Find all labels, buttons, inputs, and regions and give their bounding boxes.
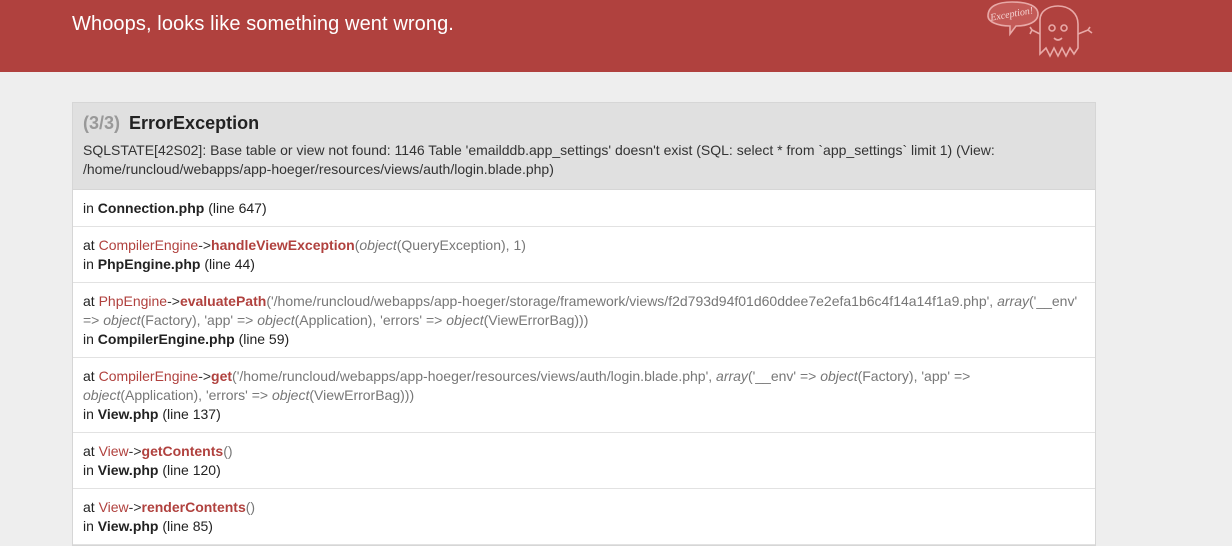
trace-line: (line 647): [208, 200, 267, 216]
trace-arg: (Factory), 'app' =>: [140, 312, 258, 328]
trace-class: View: [98, 499, 129, 515]
trace-arg: (Application), 'errors' =>: [294, 312, 447, 328]
trace-in-label: in: [83, 200, 94, 216]
trace-at-label: at: [83, 237, 95, 253]
trace-arrow: ->: [198, 237, 212, 253]
trace-arg: (Application), 'errors' =>: [120, 387, 272, 403]
trace-arrow: ->: [128, 443, 142, 459]
trace-call: at View->renderContents(): [83, 498, 1085, 517]
exception-ghost-icon: Exception!: [987, 1, 1093, 58]
trace-arg: object: [446, 312, 484, 328]
trace-class: View: [98, 443, 129, 459]
trace-method: getContents: [141, 443, 224, 459]
trace-location: in View.php (line 85): [83, 517, 1085, 536]
trace-arrow: ->: [198, 368, 212, 384]
trace-call: at View->getContents(): [83, 442, 1085, 461]
trace-arg: (QueryException), 1: [396, 237, 522, 253]
trace-at-label: at: [83, 293, 95, 309]
trace-arg: array: [997, 293, 1029, 309]
trace-arrow: ->: [167, 293, 180, 309]
trace-frame: at PhpEngine->evaluatePath('/home/runclo…: [73, 283, 1095, 358]
trace-call: at CompilerEngine->get('/home/runcloud/w…: [83, 367, 1085, 405]
trace-in-label: in: [83, 462, 94, 478]
trace-call: at PhpEngine->evaluatePath('/home/runclo…: [83, 292, 1085, 330]
trace-location: in PhpEngine.php (line 44): [83, 255, 1085, 274]
trace-arg: (ViewErrorBag)): [309, 387, 410, 403]
trace-arg: object: [272, 387, 310, 403]
trace-at-label: at: [83, 443, 95, 459]
trace-file: View.php: [97, 406, 159, 422]
trace-paren-close: ): [409, 387, 415, 403]
trace-line: (line 120): [162, 462, 221, 478]
trace-in-label: in: [83, 331, 94, 347]
trace-method: evaluatePath: [179, 293, 267, 309]
trace-frame: in Connection.php (line 647): [73, 190, 1095, 227]
trace-file: View.php: [97, 518, 159, 534]
exception-count: (3/3): [83, 113, 121, 133]
exception-title: (3/3) ErrorException: [83, 112, 1085, 134]
trace-file: PhpEngine.php: [97, 256, 201, 272]
trace-method: handleViewException: [211, 237, 355, 253]
trace-arg: object: [83, 387, 121, 403]
trace-line: (line 59): [238, 331, 290, 347]
trace-location: in Connection.php (line 647): [83, 199, 1085, 218]
trace-at-label: at: [83, 499, 95, 515]
exception-panel: (3/3) ErrorException SQLSTATE[42S02]: Ba…: [72, 102, 1096, 546]
trace-arg: object: [103, 312, 141, 328]
trace-file: CompilerEngine.php: [97, 331, 235, 347]
trace-frame: at View->renderContents() in View.php (li…: [73, 489, 1095, 545]
page-header: Whoops, looks like something went wrong.…: [0, 0, 1232, 72]
trace-location: in View.php (line 120): [83, 461, 1085, 480]
trace-class: CompilerEngine: [98, 237, 199, 253]
trace-frame: at CompilerEngine->get('/home/runcloud/w…: [73, 358, 1095, 433]
trace-location: in View.php (line 137): [83, 405, 1085, 424]
trace-in-label: in: [83, 518, 94, 534]
trace-paren-close: ): [521, 237, 526, 253]
trace-arg: ('__env' =>: [747, 368, 821, 384]
trace-class: PhpEngine: [98, 293, 168, 309]
trace-at-label: at: [83, 368, 95, 384]
exception-header: (3/3) ErrorException SQLSTATE[42S02]: Ba…: [73, 103, 1095, 190]
trace-in-label: in: [83, 256, 94, 272]
trace-method: renderContents: [141, 499, 246, 515]
trace-arg: object: [257, 312, 295, 328]
trace-arg: '/home/runcloud/webapps/app-hoeger/stora…: [270, 293, 998, 309]
trace-arg: object: [820, 368, 858, 384]
trace-paren-close: ): [583, 312, 589, 328]
trace-arg: '/home/runcloud/webapps/app-hoeger/resou…: [236, 368, 717, 384]
trace-in-label: in: [83, 406, 94, 422]
trace-class: CompilerEngine: [98, 368, 199, 384]
trace-call: at CompilerEngine->handleViewException(o…: [83, 236, 1085, 255]
trace-arg: object: [359, 237, 397, 253]
trace-location: in CompilerEngine.php (line 59): [83, 330, 1085, 349]
stack-trace: in Connection.php (line 647) at CompilerE…: [73, 190, 1095, 545]
trace-arg: array: [716, 368, 748, 384]
exception-name: ErrorException: [129, 113, 260, 133]
trace-line: (line 44): [204, 256, 255, 272]
trace-frame: at View->getContents() in View.php (line …: [73, 433, 1095, 489]
exception-message: SQLSTATE[42S02]: Base table or view not …: [83, 142, 995, 177]
trace-line: (line 85): [162, 518, 213, 534]
trace-paren-close: ): [250, 499, 256, 515]
trace-frame: at CompilerEngine->handleViewException(o…: [73, 227, 1095, 283]
trace-arrow: ->: [128, 499, 142, 515]
trace-line: (line 137): [162, 406, 221, 422]
trace-file: View.php: [97, 462, 159, 478]
trace-arg: (Factory), 'app' =>: [857, 368, 971, 384]
trace-file: Connection.php: [97, 200, 205, 216]
trace-method: get: [211, 368, 233, 384]
page-title: Whoops, looks like something went wrong.: [72, 13, 454, 35]
trace-paren-close: ): [227, 443, 233, 459]
trace-arg: (ViewErrorBag)): [483, 312, 584, 328]
